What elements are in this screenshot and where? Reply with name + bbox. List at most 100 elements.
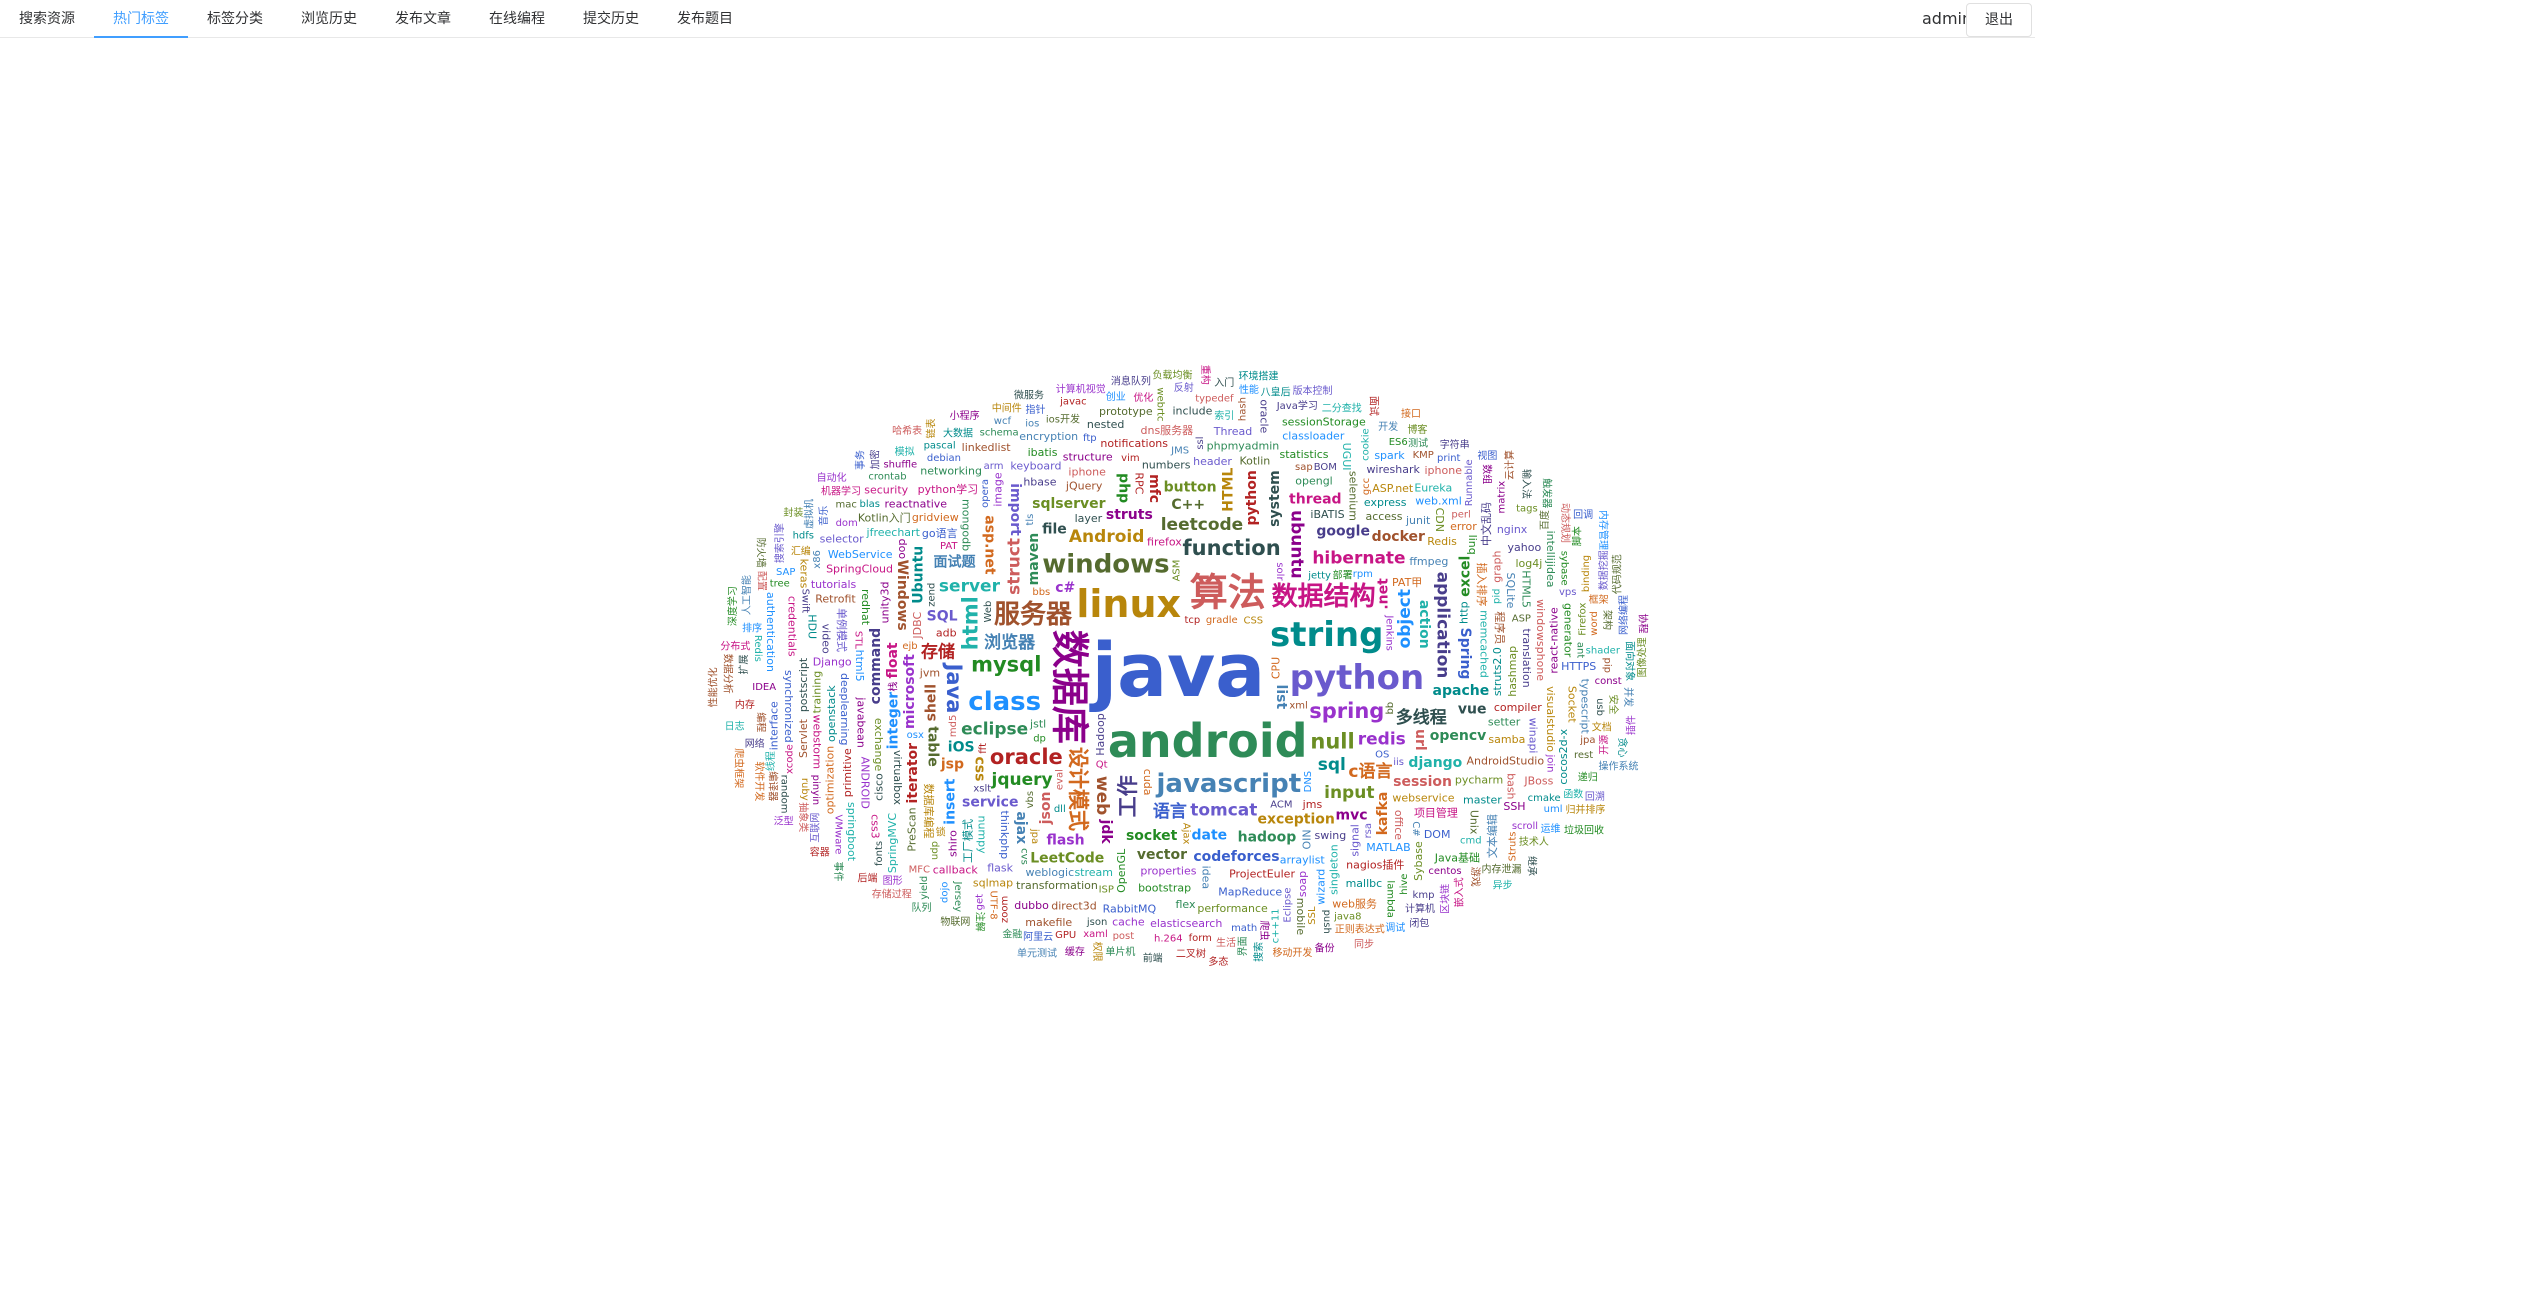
tag-cloud-word[interactable]: 爬虫 [1258, 920, 1270, 940]
tag-cloud-word[interactable]: 动态规划 [1559, 503, 1572, 543]
tag-cloud-word[interactable]: 程序员 [1493, 611, 1507, 644]
tag-cloud-word[interactable]: pinyin [810, 775, 821, 806]
tag-cloud-word[interactable]: notifications [1100, 437, 1168, 450]
tag-cloud-word[interactable]: 阿里云 [1023, 931, 1053, 943]
tag-cloud-word[interactable]: jetty [1307, 570, 1331, 581]
tag-cloud-word[interactable]: ajax [1013, 811, 1029, 844]
tag-cloud-word[interactable]: ant [1575, 642, 1586, 658]
tag-cloud-word[interactable]: virtualbox [891, 750, 904, 806]
tag-cloud-word[interactable]: encryption [1019, 430, 1078, 443]
tag-cloud-word[interactable]: webservice [1392, 791, 1454, 804]
tag-cloud-word[interactable]: MapReduce [1218, 885, 1282, 898]
tag-cloud-word[interactable]: 模拟 [895, 445, 915, 458]
tag-cloud-word[interactable]: DOM [1424, 828, 1451, 841]
tag-cloud-word[interactable]: jpa [1029, 828, 1040, 844]
tag-cloud-word[interactable]: null [1310, 729, 1354, 753]
tag-cloud-word[interactable]: UGUI [1340, 443, 1353, 471]
tag-cloud-word[interactable]: flask [987, 861, 1013, 874]
tag-cloud-word[interactable]: 抽象类 [797, 802, 810, 832]
tag-cloud-word[interactable]: ios开发 [1046, 412, 1080, 425]
tag-cloud-word[interactable]: gcc [1361, 478, 1372, 495]
tag-cloud-word[interactable]: mobile [1294, 898, 1307, 936]
tag-cloud-word[interactable]: Web [983, 601, 994, 623]
tag-cloud-word[interactable]: elasticsearch [1150, 917, 1222, 930]
tag-cloud-word[interactable]: thread [1289, 492, 1342, 508]
tag-cloud-word[interactable]: jvm [919, 666, 940, 679]
tag-cloud-word[interactable]: dom [836, 518, 858, 529]
tag-cloud-word[interactable]: properties [1140, 865, 1196, 878]
tag-cloud-word[interactable]: tutorials [811, 578, 857, 591]
tag-cloud-word[interactable]: SSL [1307, 906, 1318, 925]
tag-cloud-word[interactable]: javac [1059, 397, 1086, 408]
tag-cloud-word[interactable]: cuda [1141, 769, 1154, 796]
tag-cloud-word[interactable]: solr [1274, 562, 1285, 581]
tag-cloud-word[interactable]: 音乐 [817, 506, 830, 526]
tag-cloud-word[interactable]: JMS [1170, 445, 1189, 456]
tag-cloud-word[interactable]: php [1116, 473, 1132, 503]
tag-cloud-word[interactable]: sql [1318, 755, 1346, 775]
tag-cloud-word[interactable]: 面向对象 [1623, 641, 1636, 681]
tag-cloud-word[interactable]: 网络 [745, 737, 765, 750]
tag-cloud-word[interactable]: hashmap [1506, 646, 1519, 697]
tag-cloud-word[interactable]: ASM [1171, 560, 1182, 582]
tag-cloud-word[interactable]: 工作 [1116, 775, 1140, 817]
tag-cloud-word[interactable]: JDBC [911, 611, 924, 639]
tag-cloud-word[interactable]: 视图 [1477, 449, 1497, 462]
tag-cloud-word[interactable]: Kotlin [1239, 454, 1270, 467]
tag-cloud-word[interactable]: command [868, 628, 884, 705]
tag-cloud-word[interactable]: HTTPS [1561, 660, 1596, 673]
tag-cloud-word[interactable]: AndroidStudio [1467, 754, 1545, 767]
tag-cloud-word[interactable]: 贪心 [1616, 738, 1629, 758]
tag-cloud-word[interactable]: 负载均衡 [1152, 369, 1192, 382]
tag-cloud-word[interactable]: 机器学习 [821, 485, 861, 498]
tag-cloud-word[interactable]: Hadoop [1094, 713, 1107, 755]
tag-cloud-word[interactable]: javascript [1156, 769, 1302, 799]
tag-cloud-word[interactable]: fonts [874, 841, 885, 866]
tag-cloud-word[interactable]: windows [1042, 549, 1169, 579]
tag-cloud-word[interactable]: visualstudio [1544, 686, 1557, 752]
tag-cloud-word[interactable]: BOM [1314, 462, 1337, 473]
tag-cloud-word[interactable]: arraylist [1280, 853, 1326, 866]
tag-cloud-word[interactable]: credentials [785, 596, 798, 657]
tag-cloud-word[interactable]: singleton [1328, 844, 1341, 895]
tag-cloud-word[interactable]: zoom [999, 896, 1010, 923]
tag-cloud-word[interactable]: 移动开发 [1272, 946, 1312, 959]
tag-cloud-word[interactable]: 安全 [1607, 695, 1620, 715]
tag-cloud-word[interactable]: HTML5 [1520, 570, 1533, 608]
tag-cloud-word[interactable]: udp [930, 841, 941, 860]
tag-cloud-word[interactable]: training [811, 671, 824, 714]
tag-cloud-word[interactable]: 递归 [1578, 770, 1598, 783]
tag-cloud-word[interactable]: xslt [973, 783, 991, 794]
tag-cloud-word[interactable]: 爬虫框架 [732, 748, 745, 788]
tag-cloud-word[interactable]: react-native [1547, 607, 1560, 674]
tag-cloud-word[interactable]: 图像处理 [1637, 637, 1649, 677]
tag-cloud-word[interactable]: jsp [940, 756, 964, 772]
tag-cloud-word[interactable]: image [992, 472, 1005, 506]
tag-cloud-word[interactable]: 算法 [1190, 570, 1266, 614]
tag-cloud-word[interactable]: pascal [924, 440, 956, 451]
tag-cloud-word[interactable]: 缓存 [1065, 945, 1085, 958]
tag-cloud-word[interactable]: 插件 [1625, 715, 1638, 735]
tag-cloud-word[interactable]: SSH [1503, 800, 1525, 813]
tag-cloud-word[interactable]: ios [1025, 419, 1039, 430]
tag-cloud-word[interactable]: WebService [828, 548, 893, 561]
tag-cloud-word[interactable]: x86 [812, 550, 823, 569]
tag-cloud-word[interactable]: iBATIS [1310, 508, 1344, 521]
tag-cloud-word[interactable]: jpa [1579, 735, 1595, 746]
tag-cloud-word[interactable]: Java基础 [1434, 852, 1480, 865]
tag-cloud-word[interactable]: file [1042, 522, 1067, 538]
tag-cloud-word[interactable]: android [1108, 714, 1308, 768]
tag-cloud-word[interactable]: 异步 [1493, 880, 1513, 892]
tag-cloud-word[interactable]: 扩展 [737, 654, 750, 674]
tag-cloud-word[interactable]: 微服务 [1014, 389, 1044, 402]
tag-cloud-word[interactable]: mac [835, 500, 856, 511]
tag-cloud-word[interactable]: 指针 [1026, 403, 1046, 416]
tag-cloud-word[interactable]: IDEA [752, 682, 776, 693]
tag-cloud-word[interactable]: phpmyadmin [1207, 439, 1280, 452]
tag-cloud-word[interactable]: 锁 [936, 826, 946, 839]
tag-cloud-word[interactable]: optimization [823, 746, 836, 814]
tag-cloud-word[interactable]: join [1545, 753, 1556, 772]
tag-cloud-word[interactable]: error [1450, 520, 1477, 533]
tag-cloud-word[interactable]: 重构 [1199, 365, 1212, 385]
tag-cloud-word[interactable]: 内存泄漏 [1481, 862, 1521, 875]
